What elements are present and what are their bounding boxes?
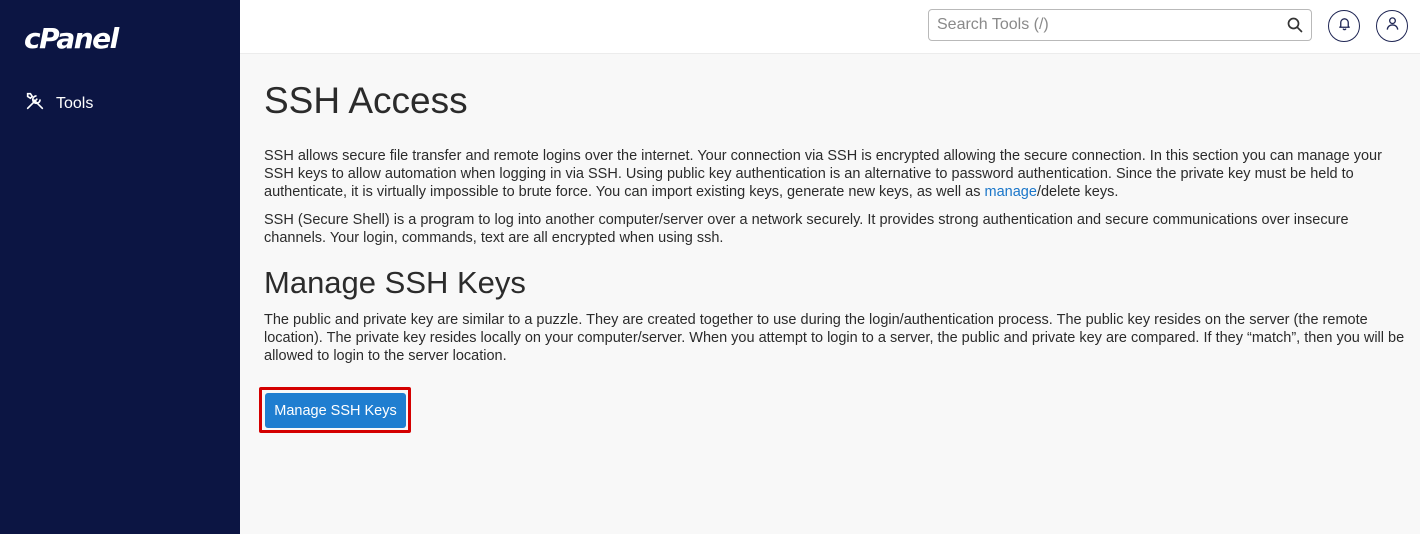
user-icon	[1385, 16, 1400, 36]
page-title: SSH Access	[264, 80, 468, 121]
bell-icon	[1337, 16, 1352, 36]
search-icon[interactable]	[1287, 17, 1303, 33]
tools-icon	[24, 90, 46, 117]
secure-shell-paragraph: SSH (Secure Shell) is a program to log i…	[264, 212, 1349, 246]
sidebar-item-tools[interactable]: Tools	[24, 90, 93, 117]
intro-text-end: /delete keys.	[1036, 184, 1119, 200]
sidebar-item-label: Tools	[56, 94, 94, 112]
section-title: Manage SSH Keys	[264, 265, 526, 300]
notifications-button[interactable]	[1328, 10, 1360, 42]
top-bar	[240, 0, 1420, 54]
sidebar: cPanel Tools	[0, 0, 240, 534]
manage-ssh-keys-button[interactable]: Manage SSH Keys	[265, 393, 406, 428]
keys-paragraph: The public and private key are similar t…	[264, 312, 1405, 364]
manage-link[interactable]: manage	[985, 184, 1037, 200]
cpanel-logo[interactable]: cPanel	[24, 22, 119, 55]
intro-paragraph: SSH allows secure file transfer and remo…	[264, 147, 1410, 201]
search-input[interactable]	[929, 10, 1269, 40]
user-menu-button[interactable]	[1376, 10, 1408, 42]
search-box	[928, 9, 1312, 41]
intro-text: SSH allows secure file transfer and remo…	[264, 148, 1382, 200]
